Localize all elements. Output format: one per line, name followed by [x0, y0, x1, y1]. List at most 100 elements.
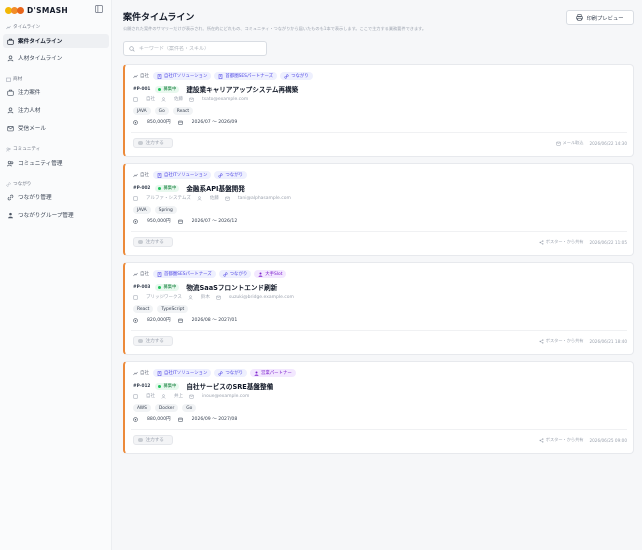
link-icon: [223, 271, 230, 277]
contact-email[interactable]: inoue@example.com: [189, 394, 249, 399]
source-icon: [133, 371, 140, 376]
channel-text: ポスター・から共有: [545, 338, 584, 343]
status-badge: 募集中: [155, 382, 180, 390]
focus-button[interactable]: 注力する: [133, 435, 173, 445]
sidebar-item-label: 受信メール: [18, 126, 46, 132]
focus-button[interactable]: 注力する: [133, 237, 173, 247]
skill-chip: TypeScript: [157, 305, 189, 313]
contact-person-text: 佐藤: [174, 97, 183, 102]
skill-chip: AWS: [133, 404, 151, 412]
channel: ポスター・から共有: [539, 437, 583, 443]
source-text: 自社: [140, 272, 149, 277]
contact-person: 鈴木: [188, 294, 210, 300]
contact-company: 自社: [133, 393, 155, 399]
card-meta: ポスター・から共有 2026/06/21 18:40: [539, 338, 627, 344]
card-terms-row: 950,000円 2026/07 〜 2026/12: [133, 218, 244, 224]
sidebar-item-talent-timeline[interactable]: 人材タイムライン: [3, 51, 109, 65]
sidebar-item-label: つながり管理: [18, 195, 52, 201]
project-title[interactable]: 自社サービスのSRE基盤整備: [186, 381, 273, 391]
project-title[interactable]: 物流SaaSフロントエンド刷新: [186, 282, 277, 292]
source-text: 自社: [140, 173, 149, 178]
card-contact-row: アルファ・システムズ 佐藤 tani@alphasample.com: [133, 195, 297, 201]
tag-label: 首都圏SESパートナーズ: [225, 74, 274, 79]
project-card[interactable]: 自社 自社ITソリューション つながり 営業パートナー #P-012 募集中 自社サービスの…: [123, 361, 634, 454]
source-label: 自社: [133, 271, 149, 277]
focus-button[interactable]: 注力する: [133, 336, 173, 346]
card-divider: [131, 330, 627, 331]
sidebar-item-focus-talent[interactable]: 注力人材: [3, 103, 109, 117]
sidebar-item-connections-admin[interactable]: つながり管理: [3, 190, 109, 204]
mail-icon: [555, 141, 563, 146]
received-date: 2026/06/21 18:40: [589, 338, 627, 344]
status-dot: [158, 285, 162, 289]
mail-icon: [216, 295, 223, 300]
focus-button[interactable]: 注力する: [133, 138, 173, 148]
skill-chip: Spring: [154, 206, 177, 214]
period: 2026/07 〜 2026/12: [177, 218, 237, 224]
brand-logo[interactable]: D'SMASH: [5, 5, 68, 15]
project-title[interactable]: 金融系API基盤開発: [186, 183, 245, 193]
status-dot: [158, 384, 162, 388]
sidebar-item-label: 人材タイムライン: [18, 56, 63, 62]
mail-icon: [7, 125, 14, 131]
card-meta: ポスター・から共有 2026/06/22 11:05: [539, 239, 627, 245]
skill-list: JAVA Go React: [133, 107, 197, 115]
contact-person: 佐藤: [197, 195, 219, 201]
sidebar-toggle-icon[interactable]: [95, 5, 103, 13]
skill-list: React TypeScript: [133, 305, 192, 313]
status-badge: 募集中: [155, 85, 180, 93]
channel-text: ポスター・から共有: [545, 239, 584, 244]
project-card[interactable]: 自社 首都圏SESパートナーズ つながり 大手Slot #P-003 募集中 物流SaaSフ…: [123, 262, 634, 355]
tag-label: 首都圏SESパートナーズ: [164, 272, 212, 277]
sidebar-item-project-timeline[interactable]: 案件タイムライン: [3, 34, 109, 48]
printer-icon: [576, 14, 584, 21]
focus-button-label: 注力する: [145, 140, 164, 145]
project-card[interactable]: 自社 自社ITソリューション 首都圏SESパートナーズ つながり #P-001 募集中 建設…: [123, 64, 634, 157]
status-dot: [158, 87, 162, 91]
print-preview-label: 印刷プレビュー: [586, 15, 624, 22]
contact-company-text: 自社: [146, 394, 155, 399]
sidebar-item-inbox[interactable]: 受信メール: [3, 121, 109, 135]
sidebar-item-community-admin[interactable]: コミュニティ管理: [3, 156, 109, 170]
project-title[interactable]: 建設業キャリアアップシステム再構築: [186, 84, 298, 94]
visibility-tag: 営業パートナー: [249, 369, 296, 377]
section-community: コミュニティ: [6, 146, 40, 152]
sidebar-item-label: 案件タイムライン: [18, 39, 63, 45]
period: 2026/07 〜 2026/09: [177, 119, 237, 125]
unit-price: 820,000円: [133, 317, 171, 323]
sidebar-item-connection-groups[interactable]: つながりグループ管理: [3, 208, 109, 222]
source-label: 自社: [133, 172, 149, 178]
card-contact-row: 自社 佐藤 tsato@example.com: [133, 96, 254, 102]
mail-icon: [189, 97, 196, 102]
project-card[interactable]: 自社 自社ITソリューション つながり #P-002 募集中 金融系API基盤開発 アルファ…: [123, 163, 634, 256]
card-source-row: 自社 自社ITソリューション つながり: [133, 171, 250, 179]
contact-email[interactable]: tsato@example.com: [189, 97, 248, 102]
section-label: コミュニティ: [13, 147, 41, 152]
company-icon: [133, 294, 140, 300]
box-icon: [6, 77, 11, 82]
sidebar-item-label: つながりグループ管理: [18, 213, 74, 219]
print-preview-button[interactable]: 印刷プレビュー: [566, 10, 634, 25]
contact-email[interactable]: tani@alphasample.com: [225, 196, 291, 201]
building-icon: [218, 73, 225, 79]
contact-company: 自社: [133, 96, 155, 102]
search-input[interactable]: [139, 45, 259, 52]
contact-person: 井上: [161, 393, 183, 399]
card-divider: [131, 231, 627, 232]
person-icon: [197, 195, 204, 201]
unit-price-text: 880,000円: [147, 417, 171, 422]
page-description: 公開された案件のサマリーだけが表示され、所在的にどれもの、コミュニティ・つながり…: [123, 26, 427, 31]
contact-email[interactable]: suzuki@bridge.example.com: [216, 295, 294, 300]
visibility-tag: つながり: [280, 72, 313, 80]
card-title-row: #P-003 募集中 物流SaaSフロントエンド刷新: [133, 282, 277, 292]
tag-label: 自社ITソリューション: [164, 74, 208, 79]
sidebar-item-focus-projects[interactable]: 注力案件: [3, 85, 109, 99]
period-text: 2026/08 〜 2027/01: [191, 318, 238, 323]
search-box[interactable]: [123, 41, 267, 56]
status-text: 募集中: [163, 285, 177, 290]
tag-label: つながり: [229, 272, 248, 277]
visibility-tag: 自社ITソリューション: [153, 72, 212, 80]
link-icon: [7, 194, 14, 200]
card-meta: ポスター・から共有 2026/06/25 09:00: [539, 437, 627, 443]
received-date: 2026/06/25 09:00: [589, 437, 627, 443]
